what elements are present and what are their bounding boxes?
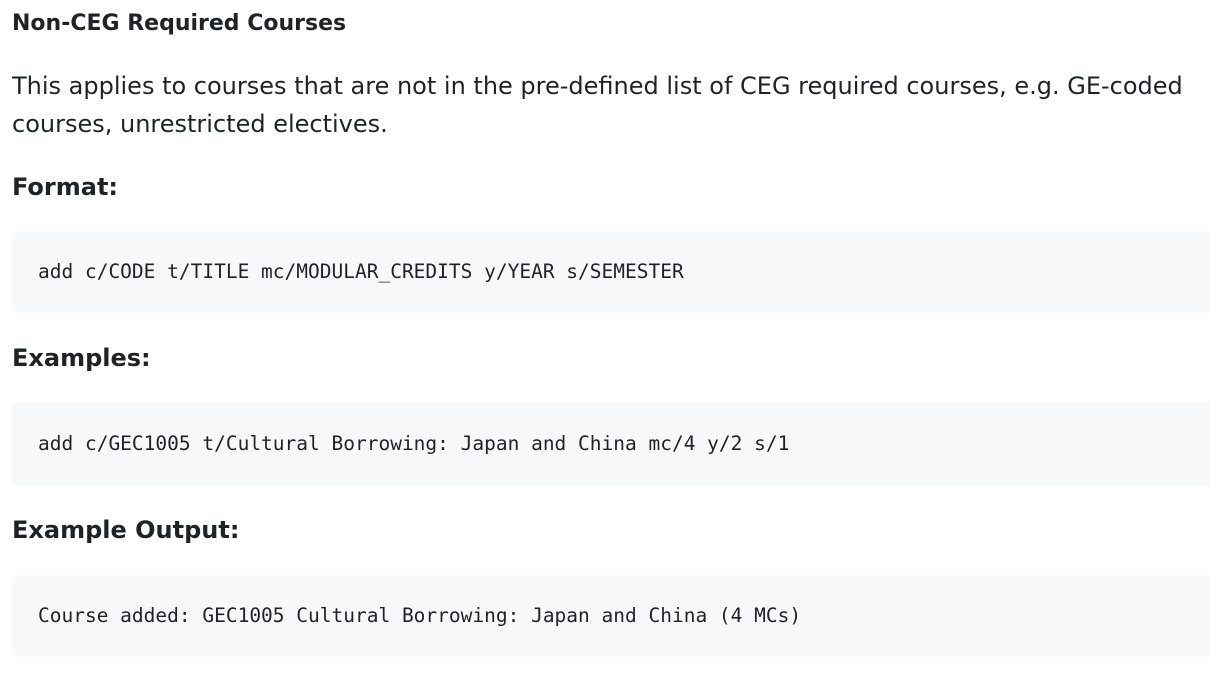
- examples-code: add c/GEC1005 t/Cultural Borrowing: Japa…: [38, 432, 790, 455]
- format-label: Format:: [12, 173, 119, 201]
- examples-code-block: add c/GEC1005 t/Cultural Borrowing: Japa…: [12, 403, 1210, 485]
- format-code: add c/CODE t/TITLE mc/MODULAR_CREDITS y/…: [38, 260, 684, 283]
- example-output-code: Course added: GEC1005 Cultural Borrowing…: [38, 604, 802, 627]
- example-output-label: Example Output:: [12, 516, 240, 544]
- example-output-code-block: Course added: GEC1005 Cultural Borrowing…: [12, 575, 1210, 657]
- section-title: Non-CEG Required Courses: [12, 11, 347, 36]
- examples-label: Examples:: [12, 344, 151, 372]
- format-code-block: add c/CODE t/TITLE mc/MODULAR_CREDITS y/…: [12, 231, 1210, 313]
- section-description: This applies to courses that are not in …: [12, 72, 1183, 138]
